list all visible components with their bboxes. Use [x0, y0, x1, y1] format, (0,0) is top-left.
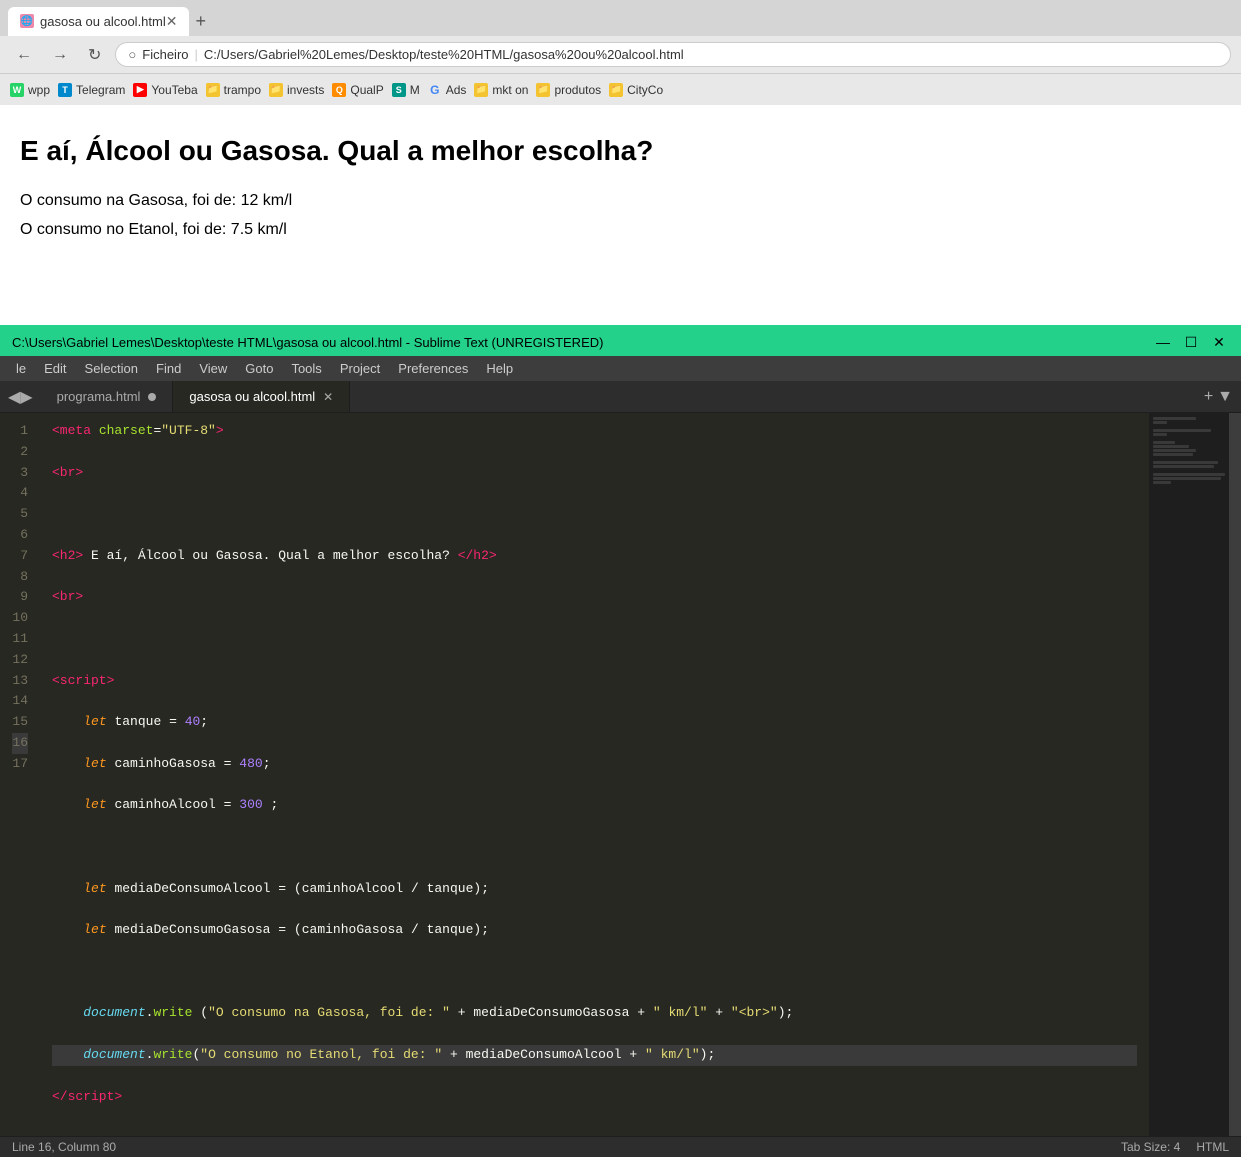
- browser-window: 🌐 gasosa ou alcool.html ✕ + ← → ↻ ○ Fich…: [0, 0, 1241, 325]
- bookmarks-bar: W wpp T Telegram ▶ YouTeba 📁 trampo 📁 in…: [0, 73, 1241, 105]
- google-icon: G: [428, 83, 442, 97]
- new-tab-button[interactable]: +: [195, 11, 206, 32]
- tab-dot: [148, 393, 156, 401]
- editor-body: 1 2 3 4 5 6 7 8 9 10 11 12 13 14 15 16 1…: [0, 413, 1241, 1136]
- bookmark-label: CityCo: [627, 83, 663, 97]
- m-icon: S: [392, 83, 406, 97]
- page-output: O consumo na Gasosa, foi de: 12 km/l O c…: [20, 187, 1221, 245]
- refresh-button[interactable]: ↻: [82, 43, 107, 67]
- tab-arrows[interactable]: ◀▶: [0, 387, 41, 407]
- bookmark-cityco[interactable]: 📁 CityCo: [609, 83, 663, 97]
- syntax-label: HTML: [1196, 1140, 1229, 1154]
- code-editor[interactable]: <meta charset="UTF-8"> <br> <h2> E aí, Á…: [40, 413, 1149, 1136]
- bookmark-youteba[interactable]: ▶ YouTeba: [133, 83, 197, 97]
- close-window-button[interactable]: ✕: [1209, 332, 1229, 352]
- browser-tab[interactable]: 🌐 gasosa ou alcool.html ✕: [8, 7, 189, 36]
- lock-icon: ○: [128, 47, 136, 62]
- close-icon[interactable]: ✕: [166, 13, 178, 30]
- output-etanol: O consumo no Etanol, foi de: 7.5 km/l: [20, 216, 1221, 245]
- cursor-position: Line 16, Column 80: [12, 1140, 116, 1154]
- bookmark-m[interactable]: S M: [392, 83, 420, 97]
- bookmark-label: M: [410, 83, 420, 97]
- bookmark-invests[interactable]: 📁 invests: [269, 83, 324, 97]
- minimap-preview: [1153, 417, 1225, 484]
- editor-tabs: ◀▶ programa.html gasosa ou alcool.html ✕…: [0, 381, 1241, 413]
- output-gasosa: O consumo na Gasosa, foi de: 12 km/l: [20, 187, 1221, 216]
- bookmark-label: Telegram: [76, 83, 125, 97]
- folder-icon: 📁: [206, 83, 220, 97]
- menu-view[interactable]: View: [191, 358, 235, 379]
- browser-content: E aí, Álcool ou Gasosa. Qual a melhor es…: [0, 105, 1241, 325]
- tab-favicon: 🌐: [20, 14, 34, 28]
- minimize-button[interactable]: —: [1153, 332, 1173, 352]
- tab-spacer: + ▼: [1196, 384, 1241, 410]
- new-tab-editor-button[interactable]: +: [1204, 388, 1213, 406]
- folder-icon: 📁: [536, 83, 550, 97]
- bookmark-label: trampo: [224, 83, 261, 97]
- menu-help[interactable]: Help: [478, 358, 521, 379]
- menu-preferences[interactable]: Preferences: [390, 358, 476, 379]
- address-bar-row: ← → ↻ ○ Ficheiro | C:/Users/Gabriel%20Le…: [0, 36, 1241, 73]
- maximize-button[interactable]: ☐: [1181, 332, 1201, 352]
- menu-project[interactable]: Project: [332, 358, 388, 379]
- bookmark-label: Ads: [446, 83, 467, 97]
- back-button[interactable]: ←: [10, 44, 38, 66]
- qualp-icon: Q: [332, 83, 346, 97]
- folder-icon: 📁: [609, 83, 623, 97]
- tab-gasosa[interactable]: gasosa ou alcool.html ✕: [173, 381, 350, 412]
- bookmark-trampo[interactable]: 📁 trampo: [206, 83, 261, 97]
- tab-label: gasosa ou alcool.html: [189, 389, 315, 404]
- minimap: [1149, 413, 1229, 1136]
- menu-tools[interactable]: Tools: [283, 358, 329, 379]
- menu-goto[interactable]: Goto: [237, 358, 281, 379]
- bookmark-telegram[interactable]: T Telegram: [58, 83, 125, 97]
- bookmark-label: mkt on: [492, 83, 528, 97]
- bookmark-label: produtos: [554, 83, 601, 97]
- window-controls: — ☐ ✕: [1153, 332, 1229, 352]
- status-left: Line 16, Column 80: [12, 1140, 116, 1154]
- tab-bar: 🌐 gasosa ou alcool.html ✕ +: [0, 0, 1241, 36]
- page-heading: E aí, Álcool ou Gasosa. Qual a melhor es…: [20, 135, 1221, 167]
- bookmark-mkton[interactable]: 📁 mkt on: [474, 83, 528, 97]
- editor-title: C:\Users\Gabriel Lemes\Desktop\teste HTM…: [12, 335, 603, 350]
- bookmark-label: invests: [287, 83, 324, 97]
- wpp-icon: W: [10, 83, 24, 97]
- bookmark-produtos[interactable]: 📁 produtos: [536, 83, 601, 97]
- menu-find[interactable]: Find: [148, 358, 189, 379]
- line-numbers: 1 2 3 4 5 6 7 8 9 10 11 12 13 14 15 16 1…: [0, 413, 40, 1136]
- editor-menubar: le Edit Selection Find View Goto Tools P…: [0, 356, 1241, 381]
- bookmark-ads[interactable]: G Ads: [428, 83, 467, 97]
- folder-icon: 📁: [474, 83, 488, 97]
- bookmark-wpp[interactable]: W wpp: [10, 83, 50, 97]
- address-path: C:/Users/Gabriel%20Lemes/Desktop/teste%2…: [204, 47, 684, 62]
- protocol-label: Ficheiro: [142, 47, 188, 62]
- menu-edit[interactable]: Edit: [36, 358, 74, 379]
- telegram-icon: T: [58, 83, 72, 97]
- tab-size-label: Tab Size: 4: [1121, 1140, 1180, 1154]
- bookmark-qualp[interactable]: Q QualP: [332, 83, 383, 97]
- menu-file[interactable]: le: [8, 358, 34, 379]
- scrollbar[interactable]: [1229, 413, 1241, 1136]
- status-right: Tab Size: 4 HTML: [1121, 1140, 1229, 1154]
- folder-icon: 📁: [269, 83, 283, 97]
- menu-selection[interactable]: Selection: [77, 358, 146, 379]
- close-icon[interactable]: ✕: [323, 390, 333, 404]
- address-input[interactable]: ○ Ficheiro | C:/Users/Gabriel%20Lemes/De…: [115, 42, 1231, 67]
- editor-statusbar: Line 16, Column 80 Tab Size: 4 HTML: [0, 1136, 1241, 1157]
- tab-programa[interactable]: programa.html: [41, 381, 174, 412]
- editor-window: C:\Users\Gabriel Lemes\Desktop\teste HTM…: [0, 325, 1241, 1157]
- tab-list-button[interactable]: ▼: [1217, 388, 1233, 406]
- youtube-icon: ▶: [133, 83, 147, 97]
- bookmark-label: wpp: [28, 83, 50, 97]
- bookmark-label: QualP: [350, 83, 383, 97]
- bookmark-label: YouTeba: [151, 83, 197, 97]
- tab-title: gasosa ou alcool.html: [40, 14, 166, 29]
- forward-button[interactable]: →: [46, 44, 74, 66]
- address-separator: |: [195, 47, 198, 62]
- tab-label: programa.html: [57, 389, 141, 404]
- editor-titlebar: C:\Users\Gabriel Lemes\Desktop\teste HTM…: [0, 328, 1241, 356]
